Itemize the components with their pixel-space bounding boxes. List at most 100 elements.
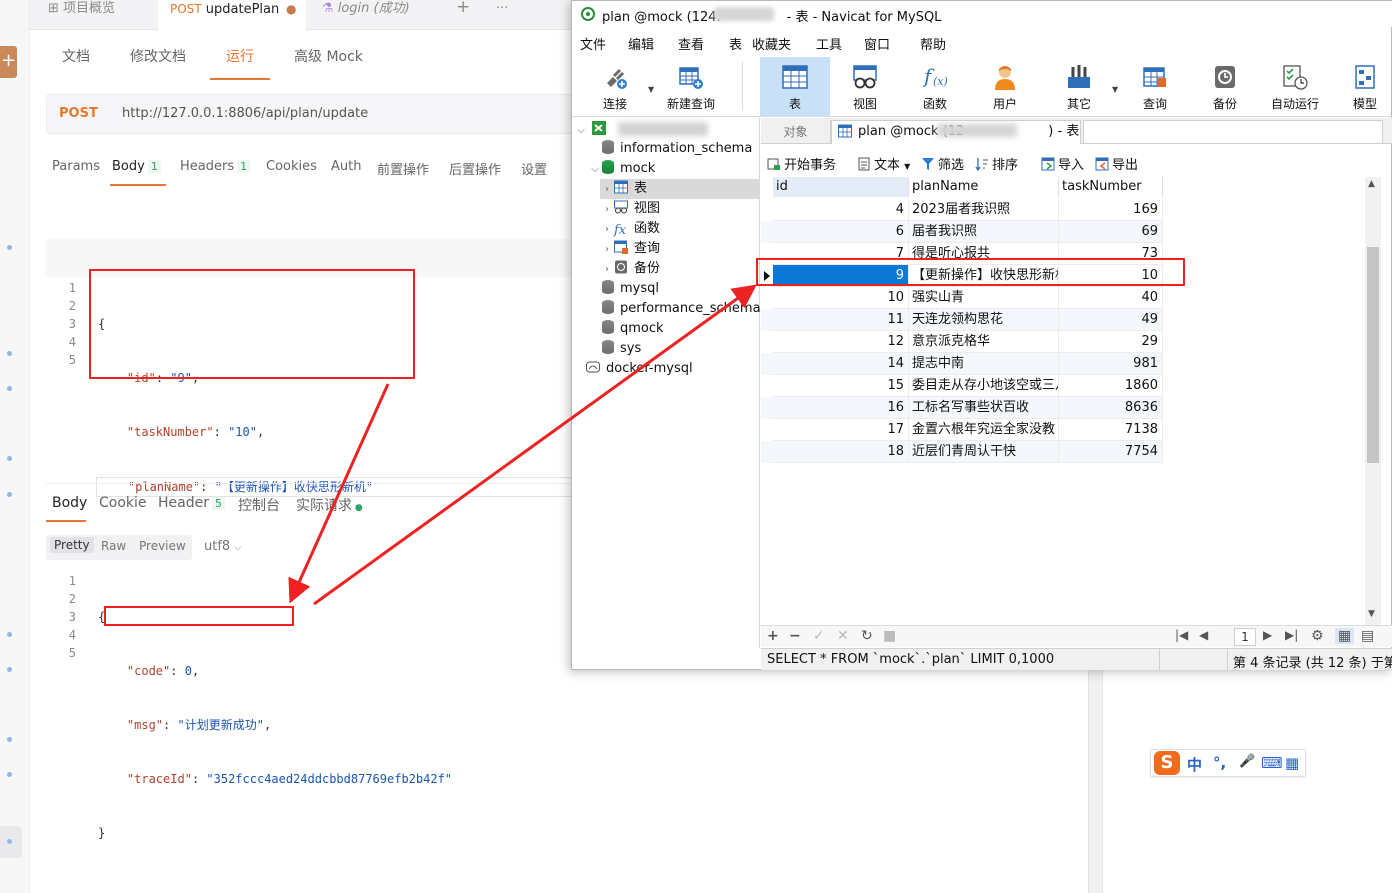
tab-project-overview[interactable]: ⊞ 项目概览 <box>48 0 115 30</box>
toolbox-icon[interactable]: ▦ <box>1285 754 1299 772</box>
text-view-button[interactable]: 文本 ▼ <box>857 154 910 173</box>
stop-icon[interactable]: ■ <box>883 628 896 644</box>
table-row[interactable]: 6 届者我识照 69 <box>761 221 1163 243</box>
req-tab-pre-script[interactable]: 前置操作 <box>377 159 429 178</box>
cell-tasknumber[interactable]: 981 <box>1059 353 1163 375</box>
keyboard-icon[interactable]: ⌨ <box>1261 754 1283 772</box>
microphone-icon[interactable]: 🎤 <box>1239 754 1255 769</box>
toolbar-function-button[interactable]: f (x) 函数 <box>902 57 968 117</box>
cell-tasknumber[interactable]: 1860 <box>1059 375 1163 397</box>
toolbar-table-button[interactable]: 表 <box>760 57 830 117</box>
cell-tasknumber[interactable]: 49 <box>1059 309 1163 331</box>
cell-planname[interactable]: 天连龙领构思花 <box>909 309 1059 331</box>
first-page-icon[interactable]: |◀ <box>1175 628 1188 642</box>
toolbar-auto-run-button[interactable]: 自动运行 <box>1262 57 1328 117</box>
table-row[interactable]: 18 近层们青周认干快 7754 <box>761 441 1163 463</box>
cell-tasknumber[interactable]: 8636 <box>1059 397 1163 419</box>
discard-changes-icon[interactable]: ✕ <box>837 628 849 644</box>
begin-transaction-button[interactable]: 开始事务 <box>767 154 836 173</box>
subtab-edit-docs[interactable]: 修改文档 <box>130 46 186 66</box>
cell-id[interactable]: 17 <box>773 419 909 441</box>
column-header-planname[interactable]: planName <box>909 177 1059 197</box>
cell-tasknumber[interactable]: 7754 <box>1059 441 1163 463</box>
cell-id[interactable]: 15 <box>773 375 909 397</box>
cell-planname[interactable]: 工标名写事些状百收 <box>909 397 1059 419</box>
tree-connection-docker-mysql[interactable]: docker-mysql <box>586 359 693 379</box>
cell-tasknumber[interactable]: 29 <box>1059 331 1163 353</box>
cell-planname[interactable]: 金置六根年究运全家没教 <box>909 419 1059 441</box>
cell-planname[interactable]: 委目走从存小地该空或三八厂 <box>909 375 1059 397</box>
cell-id[interactable]: 12 <box>773 331 909 353</box>
menu-view[interactable]: 查看 <box>678 34 704 53</box>
export-button[interactable]: 导出 <box>1095 154 1138 173</box>
tree-node-backups[interactable]: › 备份 <box>600 259 660 279</box>
cell-planname[interactable]: 届者我识照 <box>909 221 1059 243</box>
cell-id[interactable]: 14 <box>773 353 909 375</box>
resp-tab-body[interactable]: Body <box>52 495 87 511</box>
cell-planname[interactable]: 提志中南 <box>909 353 1059 375</box>
resp-tab-header[interactable]: Header 5 <box>158 495 225 511</box>
menu-table[interactable]: 表 <box>729 34 742 53</box>
scrollbar-thumb[interactable] <box>1367 247 1379 463</box>
cell-id[interactable]: 11 <box>773 309 909 331</box>
table-row[interactable]: 11 天连龙领构思花 49 <box>761 309 1163 331</box>
refresh-icon[interactable]: ↻ <box>861 628 873 644</box>
cell-tasknumber[interactable]: 40 <box>1059 287 1163 309</box>
resp-tab-cookie[interactable]: Cookie <box>99 495 147 511</box>
table-row[interactable]: 4 2023届者我识照 169 <box>761 199 1163 221</box>
tree-schema-sys[interactable]: sys <box>588 339 641 359</box>
toolbar-new-query-button[interactable]: 新建查询 <box>658 57 724 117</box>
scroll-down-icon[interactable]: ▼ <box>1368 609 1375 619</box>
toolbar-query-button[interactable]: 查询 <box>1122 57 1188 117</box>
tree-connection-node[interactable]: ⌵ <box>574 120 612 140</box>
cell-id[interactable]: 18 <box>773 441 909 463</box>
cell-planname[interactable]: 意京派克格华 <box>909 331 1059 353</box>
url-input[interactable]: http://127.0.0.1:8806/api/plan/update <box>122 106 368 121</box>
encoding-select[interactable]: utf8 ⌵ <box>204 539 241 554</box>
import-button[interactable]: 导入 <box>1041 154 1084 173</box>
req-tab-cookies[interactable]: Cookies <box>266 159 317 174</box>
cell-tasknumber[interactable]: 69 <box>1059 221 1163 243</box>
resp-tab-console[interactable]: 控制台 <box>238 495 280 515</box>
toolbar-model-button[interactable]: 模型 <box>1332 57 1392 117</box>
subtab-docs[interactable]: 文档 <box>62 46 90 66</box>
ime-punctuation-toggle[interactable]: °, <box>1213 754 1226 772</box>
cell-planname[interactable]: 2023届者我识照 <box>909 199 1059 221</box>
table-row[interactable]: 17 金置六根年究运全家没教 7138 <box>761 419 1163 441</box>
add-record-icon[interactable]: + <box>767 628 779 644</box>
format-preview-button[interactable]: Preview <box>139 539 186 553</box>
cell-tasknumber[interactable]: 169 <box>1059 199 1163 221</box>
scroll-up-icon[interactable]: ▲ <box>1368 179 1375 189</box>
more-tabs-button[interactable]: ··· <box>496 0 508 30</box>
format-pretty-button[interactable]: Pretty <box>50 537 94 553</box>
grid-vertical-scrollbar[interactable]: ▲ ▼ <box>1365 177 1381 625</box>
table-row[interactable]: 10 强实山青 40 <box>761 287 1163 309</box>
toolbar-connection-button[interactable]: 连接 <box>582 57 648 117</box>
dropdown-arrow-icon[interactable]: ▼ <box>1112 85 1118 94</box>
sort-button[interactable]: 排序 <box>975 154 1018 173</box>
cell-planname[interactable]: 近层们青周认干快 <box>909 441 1059 463</box>
cell-id[interactable]: 16 <box>773 397 909 419</box>
next-page-icon[interactable]: ▶ <box>1263 628 1272 642</box>
menu-edit[interactable]: 编辑 <box>628 34 654 53</box>
subtab-run[interactable]: 运行 <box>226 46 254 66</box>
add-button[interactable]: + <box>0 46 17 78</box>
toolbar-backup-button[interactable]: 备份 <box>1192 57 1258 117</box>
req-tab-params[interactable]: Params <box>52 159 100 174</box>
cell-id[interactable]: 6 <box>773 221 909 243</box>
form-view-icon[interactable]: ▤ <box>1361 628 1374 644</box>
filter-button[interactable]: 筛选 <box>921 154 964 173</box>
tree-node-functions[interactable]: › fx 函数 <box>600 219 660 239</box>
format-raw-button[interactable]: Raw <box>101 539 126 553</box>
tree-node-views[interactable]: › 视图 <box>600 199 660 219</box>
tree-node-tables[interactable]: › 表 <box>600 179 759 199</box>
dropdown-arrow-icon[interactable]: ▼ <box>648 85 654 94</box>
menu-window[interactable]: 窗口 <box>864 34 890 53</box>
subtab-advanced-mock[interactable]: 高级 Mock <box>294 46 363 66</box>
tab-objects[interactable]: 对象 <box>761 120 831 144</box>
menu-favorites[interactable]: 收藏夹 <box>752 34 791 53</box>
cell-planname[interactable]: 强实山青 <box>909 287 1059 309</box>
sidebar-bottom-item[interactable] <box>0 826 22 858</box>
last-page-icon[interactable]: ▶| <box>1285 628 1298 642</box>
req-tab-body[interactable]: Body 1 <box>112 159 161 174</box>
